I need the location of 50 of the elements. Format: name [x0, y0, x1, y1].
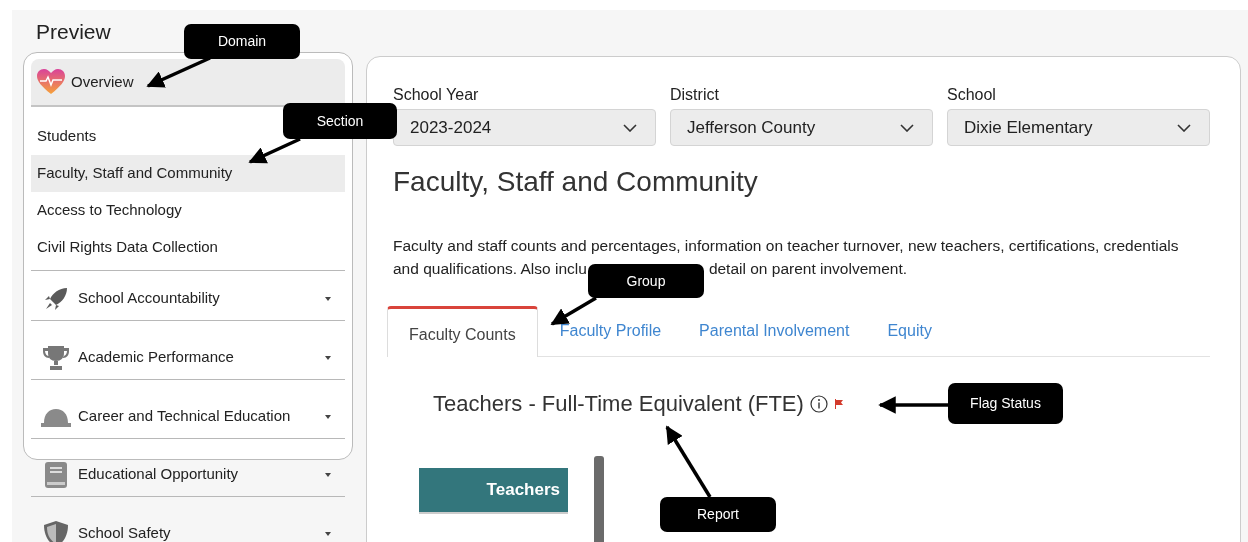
filter-dropdown[interactable]: 2023-2024 [393, 109, 656, 146]
caret-icon [325, 355, 331, 360]
callout-label: Group [588, 264, 704, 298]
report-title: Teachers - Full-Time Equivalent (FTE) [433, 390, 804, 418]
filter-label: School Year [393, 85, 479, 105]
caret-icon [325, 472, 331, 477]
tab[interactable]: Equity [879, 314, 940, 348]
rocket-icon [43, 285, 69, 312]
shield-icon [44, 520, 68, 542]
section-item[interactable]: Access to Technology [31, 199, 188, 222]
caret-icon [325, 414, 331, 419]
info-icon[interactable] [809, 394, 828, 413]
heart-icon [37, 69, 65, 95]
chevron-down-icon [900, 123, 914, 132]
arrow [878, 396, 948, 414]
domain-item[interactable]: School Accountability [78, 287, 325, 310]
domain-item[interactable]: Career and Technical Education [78, 405, 325, 428]
page-title: Preview [36, 19, 111, 45]
domain-item[interactable]: Overview [71, 70, 134, 94]
filter-dropdown[interactable]: Dixie Elementary [947, 109, 1210, 146]
domain-item[interactable]: Academic Performance [78, 346, 325, 369]
callout-label: Section [283, 103, 397, 139]
description-text: Faculty and staff counts and percentages, information on teacher turnover, new teachers, certifications, credentials [393, 236, 1179, 256]
trophy-icon [42, 344, 70, 371]
description-text: and qualifications. Also inclu [393, 259, 587, 279]
chevron-down-icon [1177, 123, 1191, 132]
chevron-down-icon [623, 123, 637, 132]
chart-bar: Teachers [419, 468, 568, 514]
filter-dropdown[interactable]: Jefferson County [670, 109, 933, 146]
filter-label: School [947, 85, 996, 105]
arrow [550, 296, 597, 326]
book-icon [45, 461, 67, 488]
domain-item[interactable]: Educational Opportunity [78, 463, 325, 486]
page-heading: Faculty, Staff and Community [393, 165, 758, 199]
tab[interactable]: Faculty Profile [551, 314, 670, 348]
tab[interactable]: Parental Involvement [691, 314, 858, 348]
tab[interactable]: Faculty Counts [387, 306, 538, 357]
section-item[interactable]: Faculty, Staff and Community [31, 162, 239, 185]
description-text: detail on parent involvement. [708, 259, 908, 279]
section-item[interactable]: Students [31, 125, 103, 148]
section-item[interactable]: Civil Rights Data Collection [31, 236, 224, 259]
callout-label: Domain [184, 24, 300, 59]
caret-icon [325, 531, 331, 536]
domain-item[interactable]: School Safety [78, 522, 325, 542]
caret-icon [325, 296, 331, 301]
filter-label: District [670, 85, 719, 105]
callout-label: Flag Status [948, 383, 1063, 424]
arrow [146, 56, 211, 88]
arrow [248, 137, 301, 164]
callout-label: Report [660, 497, 776, 532]
